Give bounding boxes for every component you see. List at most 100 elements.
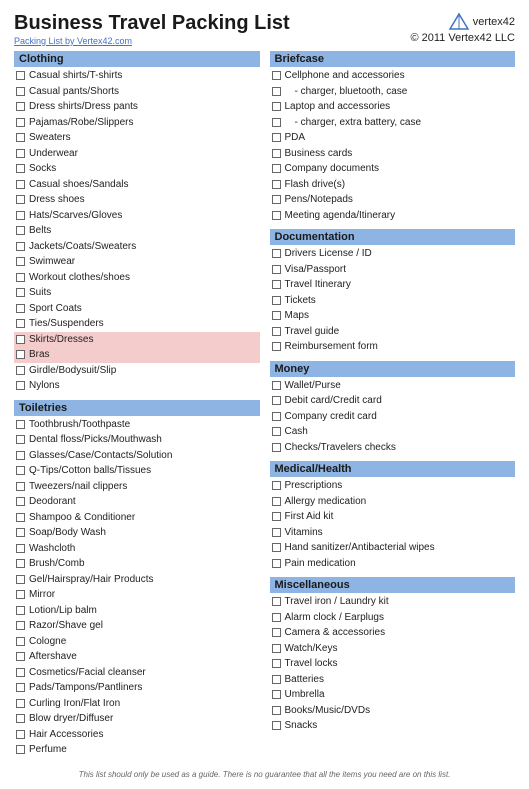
- list-item: Glasses/Case/Contacts/Solution: [14, 448, 260, 464]
- item-label: - charger, extra battery, case: [285, 116, 514, 130]
- item-label: Watch/Keys: [285, 642, 514, 656]
- checkbox[interactable]: [16, 226, 25, 235]
- checkbox[interactable]: [272, 659, 281, 668]
- checkbox[interactable]: [16, 606, 25, 615]
- checkbox[interactable]: [16, 544, 25, 553]
- checkbox[interactable]: [16, 590, 25, 599]
- checkbox[interactable]: [16, 133, 25, 142]
- checkbox[interactable]: [272, 311, 281, 320]
- list-item: Visa/Passport: [270, 262, 516, 278]
- checkbox[interactable]: [272, 528, 281, 537]
- checkbox[interactable]: [272, 497, 281, 506]
- checkbox[interactable]: [16, 528, 25, 537]
- checkbox[interactable]: [272, 211, 281, 220]
- checkbox[interactable]: [272, 87, 281, 96]
- checkbox[interactable]: [16, 451, 25, 460]
- checkbox[interactable]: [16, 497, 25, 506]
- checkbox[interactable]: [272, 512, 281, 521]
- checkbox[interactable]: [272, 559, 281, 568]
- checkbox[interactable]: [16, 513, 25, 522]
- checkbox[interactable]: [16, 71, 25, 80]
- checkbox[interactable]: [16, 652, 25, 661]
- checkbox[interactable]: [272, 118, 281, 127]
- checkbox[interactable]: [16, 637, 25, 646]
- checkbox[interactable]: [16, 242, 25, 251]
- checkbox[interactable]: [272, 706, 281, 715]
- checkbox[interactable]: [272, 164, 281, 173]
- item-label: Perfume: [29, 743, 258, 757]
- checkbox[interactable]: [16, 366, 25, 375]
- list-item: Pain medication: [270, 556, 516, 572]
- checkbox[interactable]: [16, 319, 25, 328]
- checkbox[interactable]: [16, 288, 25, 297]
- checkbox[interactable]: [16, 730, 25, 739]
- item-label: Toothbrush/Toothpaste: [29, 418, 258, 432]
- checkbox[interactable]: [272, 102, 281, 111]
- checkbox[interactable]: [16, 350, 25, 359]
- checkbox[interactable]: [16, 559, 25, 568]
- checkbox[interactable]: [272, 427, 281, 436]
- checkbox[interactable]: [16, 335, 25, 344]
- checkbox[interactable]: [272, 280, 281, 289]
- item-label: Cosmetics/Facial cleanser: [29, 666, 258, 680]
- item-label: Alarm clock / Earplugs: [285, 611, 514, 625]
- checkbox[interactable]: [16, 699, 25, 708]
- checkbox[interactable]: [16, 102, 25, 111]
- checkbox[interactable]: [272, 296, 281, 305]
- checkbox[interactable]: [272, 543, 281, 552]
- checkbox[interactable]: [16, 118, 25, 127]
- checkbox[interactable]: [272, 412, 281, 421]
- logo-text: vertex42: [473, 16, 515, 28]
- left-column: ClothingCasual shirts/T-shirtsCasual pan…: [14, 51, 260, 764]
- checkbox[interactable]: [272, 443, 281, 452]
- checkbox[interactable]: [272, 396, 281, 405]
- checkbox[interactable]: [16, 683, 25, 692]
- list-item: Blow dryer/Diffuser: [14, 711, 260, 727]
- checkbox[interactable]: [16, 257, 25, 266]
- checkbox[interactable]: [16, 381, 25, 390]
- checkbox[interactable]: [272, 342, 281, 351]
- checkbox[interactable]: [16, 304, 25, 313]
- checkbox[interactable]: [272, 644, 281, 653]
- checkbox[interactable]: [16, 164, 25, 173]
- checkbox[interactable]: [272, 149, 281, 158]
- list-item: Pens/Notepads: [270, 192, 516, 208]
- list-item: Alarm clock / Earplugs: [270, 610, 516, 626]
- checkbox[interactable]: [272, 249, 281, 258]
- checkbox[interactable]: [272, 721, 281, 730]
- checkbox[interactable]: [16, 714, 25, 723]
- checkbox[interactable]: [16, 149, 25, 158]
- checkbox[interactable]: [16, 466, 25, 475]
- checkbox[interactable]: [272, 597, 281, 606]
- checkbox[interactable]: [16, 621, 25, 630]
- list-item: Shampoo & Conditioner: [14, 510, 260, 526]
- checkbox[interactable]: [272, 613, 281, 622]
- checkbox[interactable]: [16, 745, 25, 754]
- checkbox[interactable]: [272, 71, 281, 80]
- checkbox[interactable]: [16, 575, 25, 584]
- checkbox[interactable]: [272, 628, 281, 637]
- checkbox[interactable]: [16, 435, 25, 444]
- checkbox[interactable]: [272, 265, 281, 274]
- header-link[interactable]: Packing List by Vertex42.com: [14, 36, 132, 46]
- checkbox[interactable]: [16, 420, 25, 429]
- checkbox[interactable]: [272, 133, 281, 142]
- checkbox[interactable]: [16, 211, 25, 220]
- checkbox[interactable]: [272, 327, 281, 336]
- checkbox[interactable]: [16, 668, 25, 677]
- checkbox[interactable]: [272, 481, 281, 490]
- checkbox[interactable]: [272, 675, 281, 684]
- checkbox[interactable]: [16, 273, 25, 282]
- checkbox[interactable]: [16, 180, 25, 189]
- checkbox[interactable]: [16, 195, 25, 204]
- section-clothing: ClothingCasual shirts/T-shirtsCasual pan…: [14, 51, 260, 394]
- checkbox[interactable]: [16, 482, 25, 491]
- list-item: Hats/Scarves/Gloves: [14, 208, 260, 224]
- list-item: Tickets: [270, 293, 516, 309]
- checkbox[interactable]: [272, 690, 281, 699]
- page-title: Business Travel Packing List: [14, 12, 290, 35]
- checkbox[interactable]: [272, 381, 281, 390]
- checkbox[interactable]: [272, 180, 281, 189]
- checkbox[interactable]: [272, 195, 281, 204]
- checkbox[interactable]: [16, 87, 25, 96]
